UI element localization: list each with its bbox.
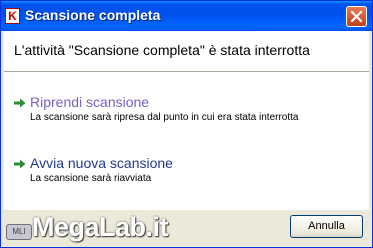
new-scan-link[interactable]: Avvia nuova scansione — [30, 155, 173, 171]
cancel-button[interactable]: Annulla — [290, 215, 363, 238]
status-header: L'attività "Scansione completa" è stata … — [4, 31, 369, 72]
resume-scan-link[interactable]: Riprendi scansione — [30, 94, 149, 110]
arrow-right-icon — [14, 159, 26, 169]
app-icon-letter: K — [8, 9, 17, 23]
title-bar[interactable]: K Scansione completa — [1, 1, 372, 31]
watermark-text: MegaLab.it — [32, 212, 169, 242]
new-scan-description: La scansione sarà riavviata — [30, 173, 152, 184]
dialog-footer: MLI MegaLab.it Annulla — [4, 210, 369, 244]
window-title: Scansione completa — [25, 7, 161, 23]
watermark-badge: MLI — [6, 224, 32, 240]
dialog-window: K Scansione completa L'attività "Scansio… — [0, 0, 373, 248]
close-button[interactable] — [346, 6, 367, 27]
arrow-right-icon — [14, 98, 26, 108]
status-message: L'attività "Scansione completa" è stata … — [14, 42, 310, 58]
close-icon — [351, 11, 362, 22]
kaspersky-app-icon: K — [5, 8, 20, 24]
resume-scan-description: La scansione sarà ripresa dal punto in c… — [30, 112, 299, 123]
options-panel: Riprendi scansione La scansione sarà rip… — [4, 72, 369, 210]
